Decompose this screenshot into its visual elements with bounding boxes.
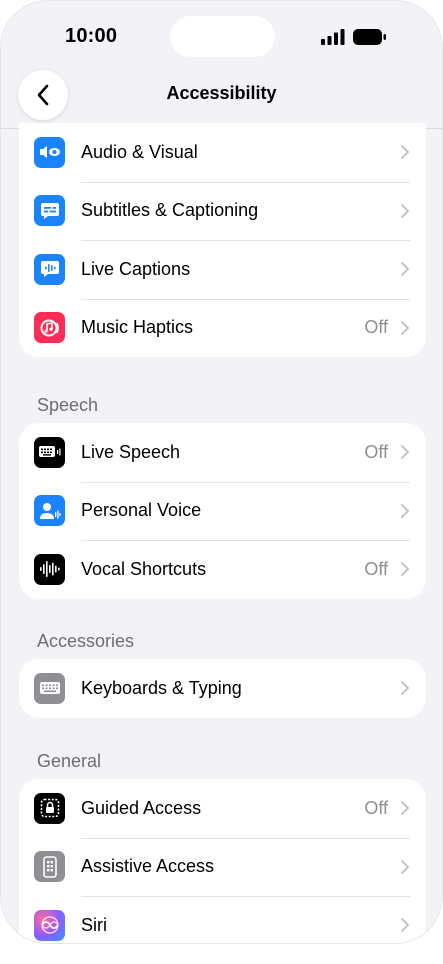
keyboard-wave-icon [34,436,65,468]
settings-row-personal-voice[interactable]: Personal Voice [19,481,426,541]
lock-frame-icon [34,792,65,824]
chevron-right-icon [401,445,409,460]
row-label: Assistive Access [81,856,215,877]
row-value: Off [364,317,388,338]
row-label: Live Captions [81,258,191,279]
waveform-bubble-icon [34,253,65,285]
speaker-eye-icon [34,136,65,168]
battery-icon [353,29,386,45]
chevron-right-icon [401,681,409,696]
chevron-right-icon [401,203,409,218]
phone-grid-icon [34,851,65,883]
speech-group: Live Speech Off Personal Voice Vocal Sho… [19,423,426,599]
row-value: Off [364,797,388,818]
person-wave-icon [34,495,65,527]
settings-row-live-speech[interactable]: Live Speech Off [19,423,426,482]
general-group: Guided Access Off Assistive Access Siri [19,779,426,943]
chevron-right-icon [401,562,409,577]
page-title: Accessibility [166,83,277,103]
settings-row-siri[interactable]: Siri [19,896,426,943]
settings-row-guided-access[interactable]: Guided Access Off [19,779,426,838]
waveform-icon [34,553,65,585]
chevron-right-icon [401,145,409,160]
chevron-right-icon [401,503,409,518]
chevron-right-icon [401,801,409,816]
row-label: Vocal Shortcuts [81,558,207,579]
chevron-right-icon [401,859,409,874]
row-label: Siri [81,914,107,935]
status-bar: 10:00 [1,1,442,71]
row-value: Off [364,558,388,579]
row-label: Subtitles & Captioning [81,200,259,221]
row-value: Off [364,441,388,462]
row-label: Live Speech [81,441,181,462]
settings-row-assistive-access[interactable]: Assistive Access [19,837,426,897]
hearing-group: Audio & Visual Subtitles & Captioning Li… [19,123,426,357]
captions-bubble-icon [34,195,65,227]
chevron-right-icon [401,320,409,335]
music-haptics-icon [34,312,65,344]
siri-icon [34,909,65,941]
settings-row-keyboards-typing[interactable]: Keyboards & Typing [19,659,426,718]
section-header-speech: Speech [37,395,99,415]
row-label: Personal Voice [81,500,202,521]
navigation-bar: Accessibility [1,65,442,129]
settings-row-vocal-shortcuts[interactable]: Vocal Shortcuts Off [19,540,426,599]
settings-row-subtitles-captioning[interactable]: Subtitles & Captioning [19,181,426,241]
settings-row-audio-visual[interactable]: Audio & Visual [19,123,426,182]
row-label: Keyboards & Typing [81,677,242,698]
phone-screen: 10:00 Accessibility Audio & Visual Subti… [0,0,443,944]
accessories-group: Keyboards & Typing [19,659,426,718]
status-time: 10:00 [65,25,118,47]
row-label: Audio & Visual [81,141,198,162]
keyboard-icon [34,672,65,704]
section-header-general: General [37,751,102,771]
row-label: Music Haptics [81,317,194,338]
row-label: Guided Access [81,797,202,818]
settings-row-music-haptics[interactable]: Music Haptics Off [19,298,426,358]
dynamic-island [170,16,275,57]
chevron-right-icon [401,262,409,277]
settings-row-live-captions[interactable]: Live Captions [19,240,426,299]
section-header-accessories: Accessories [37,631,135,651]
chevron-right-icon [401,918,409,933]
cellular-signal-icon [321,29,345,45]
